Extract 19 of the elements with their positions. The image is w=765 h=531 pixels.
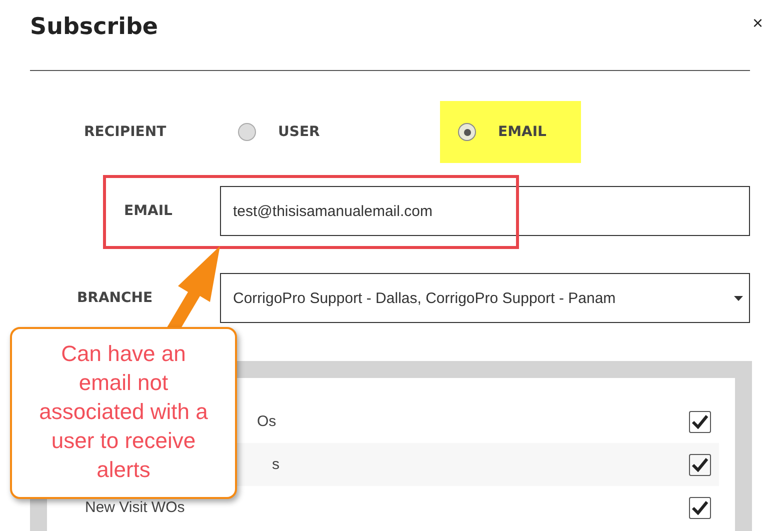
checkbox[interactable]: [689, 454, 711, 476]
alert-label: s: [272, 456, 280, 473]
close-button[interactable]: ×: [752, 14, 763, 32]
email-label: EMAIL: [124, 203, 174, 219]
email-field[interactable]: test@thisisamanualemail.com: [220, 186, 750, 236]
dialog-title: Subscribe: [30, 14, 158, 40]
checkbox[interactable]: [689, 410, 711, 432]
radio-button[interactable]: [238, 123, 256, 141]
callout-text: Can have an email not associated with a user to receive alerts: [10, 327, 237, 499]
caret-icon: [734, 296, 743, 300]
recipient-label: RECIPIENT: [84, 124, 168, 140]
checkbox[interactable]: [689, 496, 711, 518]
branches-dropdown[interactable]: CorrigoPro Support - Dallas, CorrigoPro Support - Panam: [220, 273, 750, 323]
alert-label: New Visit WOs: [85, 499, 185, 516]
radio-button[interactable]: [458, 123, 476, 141]
radio-label: EMAIL: [498, 124, 546, 140]
branches-label: BRANCHE: [77, 290, 154, 306]
alert-label: Os: [257, 413, 276, 430]
radio-label: USER: [278, 124, 320, 140]
